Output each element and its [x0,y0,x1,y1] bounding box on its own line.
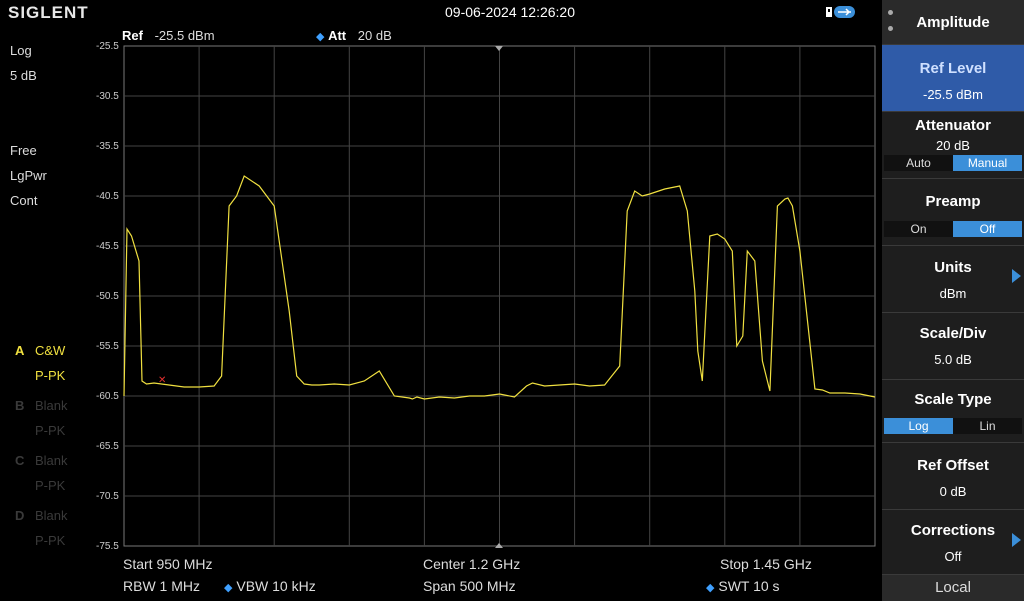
local-label: Local [935,579,971,596]
scale-div-softkey[interactable]: Scale/Div 5.0 dB [882,312,1024,379]
ref-offset-label: Ref Offset [917,457,989,474]
corrections-label: Corrections [910,522,996,539]
ref-level-label: Ref Level [919,60,987,77]
center-freq[interactable]: Center 1.2 GHz [423,556,520,572]
scale-type-softkey[interactable]: Scale Type Log Lin [882,379,1024,442]
corrections-value: Off [944,549,962,564]
grid-lines [123,45,876,547]
scale-type-toggle[interactable]: Log Lin [884,418,1022,434]
stop-freq[interactable]: Stop 1.45 GHz [720,556,812,572]
center-top-marker-icon [495,46,503,51]
attenuator-softkey[interactable]: Attenuator 20 dB Auto Manual [882,111,1024,178]
span-readout[interactable]: Span 500 MHz [423,578,516,594]
ref-offset-softkey[interactable]: Ref Offset 0 dB [882,442,1024,509]
menu-title: Amplitude [916,14,990,31]
units-softkey[interactable]: Units dBm [882,245,1024,312]
preamp-off-option[interactable]: Off [953,221,1022,237]
swt-readout[interactable]: ◆ SWT 10 s [706,578,780,594]
scale-div-label: Scale/Div [919,325,987,342]
swt-value: SWT 10 s [718,578,780,594]
units-value: dBm [939,286,967,301]
preamp-on-option[interactable]: On [884,221,953,237]
attenuator-auto-option[interactable]: Auto [884,155,953,171]
vbw-value: VBW 10 kHz [236,578,316,594]
scale-div-value: 5.0 dB [934,352,972,367]
submenu-arrow-icon [1012,269,1021,283]
rbw-readout[interactable]: RBW 1 MHz [123,578,200,594]
preamp-softkey[interactable]: Preamp On Off [882,178,1024,245]
attenuator-manual-option[interactable]: Manual [953,155,1022,171]
local-softkey[interactable]: Local [882,574,1024,601]
attenuator-toggle[interactable]: Auto Manual [884,155,1022,171]
start-freq[interactable]: Start 950 MHz [123,556,212,572]
attenuator-label: Attenuator [915,117,991,134]
scale-type-label: Scale Type [914,391,992,408]
attenuator-value: 20 dB [936,138,970,153]
vbw-diamond-icon: ◆ [224,582,233,594]
swt-diamond-icon: ◆ [706,582,715,594]
preamp-toggle[interactable]: On Off [884,221,1022,237]
ref-level-value: -25.5 dBm [923,87,983,102]
submenu-arrow-icon [1012,533,1021,547]
scale-type-lin-option[interactable]: Lin [953,418,1022,434]
vbw-readout[interactable]: ◆ VBW 10 kHz [224,578,316,594]
scale-type-log-option[interactable]: Log [884,418,953,434]
spectrum-plot[interactable]: ✕ [0,0,882,600]
ref-level-softkey[interactable]: Ref Level -25.5 dBm [882,44,1024,111]
corrections-softkey[interactable]: Corrections Off [882,509,1024,574]
preamp-label: Preamp [925,193,981,210]
softkey-menu: Amplitude Ref Level -25.5 dBm Attenuator… [882,0,1024,601]
units-label: Units [934,259,972,276]
ref-offset-value: 0 dB [939,484,967,499]
marker-icon: ✕ [158,375,166,386]
